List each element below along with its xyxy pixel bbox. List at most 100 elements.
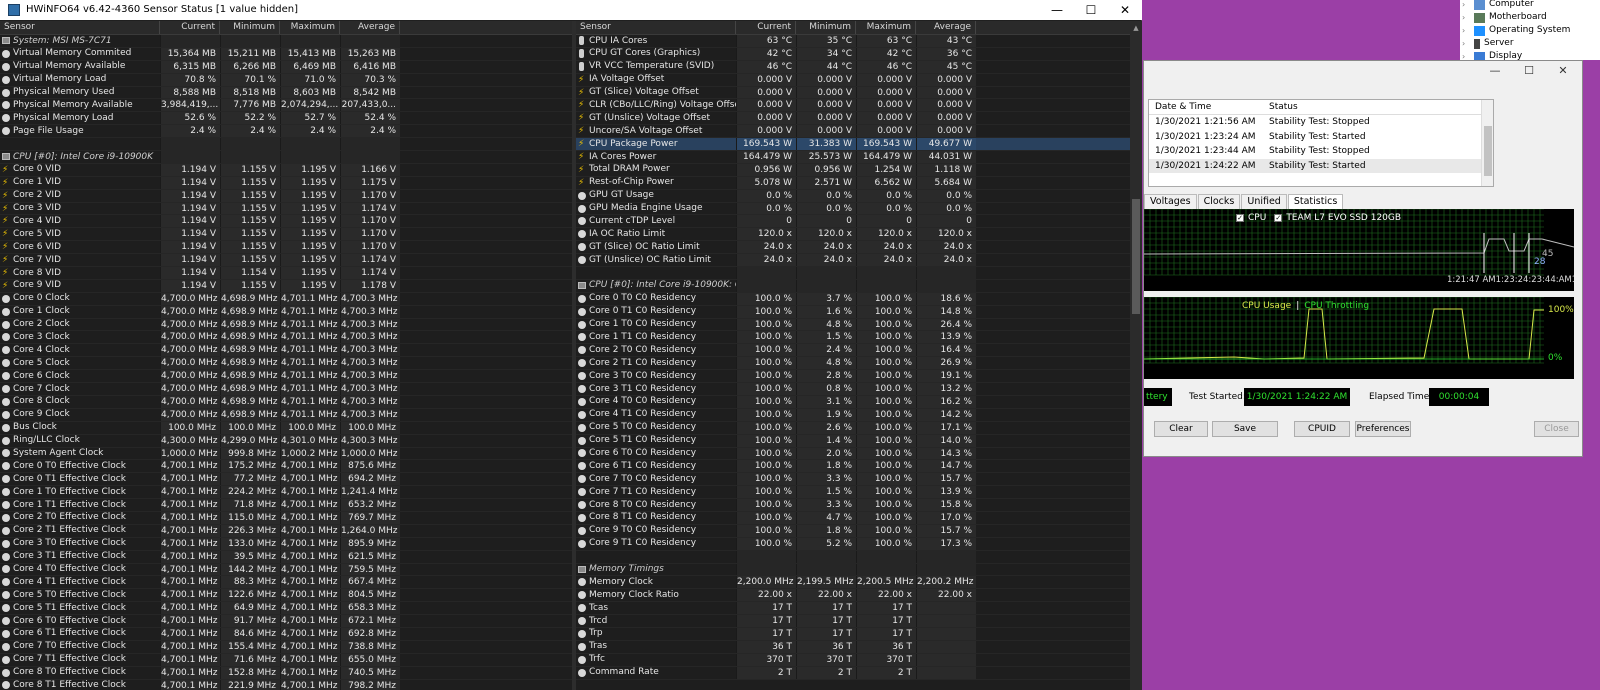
sensor-row[interactable]: Core 6 T1 C0 Residency 100.0 % 1.8 % 100.0 … bbox=[576, 460, 1130, 474]
sensor-section-header[interactable]: CPU [#0]: Intel Core i9-10900K bbox=[0, 151, 572, 164]
sensor-row[interactable]: ⚡ Core 0 VID 1.194 V 1.155 V 1.195 V 1.166 V bbox=[0, 163, 572, 177]
sensor-row[interactable]: Core 7 T0 Effective Clock 4,700.1 MHz 155.… bbox=[0, 640, 572, 654]
col-average[interactable]: Average bbox=[340, 21, 400, 34]
log-row[interactable]: 1/30/2021 1:23:44 AM Stability Test: Sto… bbox=[1149, 144, 1493, 159]
sensor-row[interactable]: Core 5 T0 Effective Clock 4,700.1 MHz 122.… bbox=[0, 589, 572, 603]
ssd-checkbox[interactable]: ✓ bbox=[1274, 214, 1283, 222]
maximize-button[interactable]: ☐ bbox=[1512, 61, 1546, 81]
minimize-button[interactable]: — bbox=[1478, 61, 1512, 81]
vertical-scrollbar[interactable]: ▲ bbox=[1130, 21, 1142, 690]
sensor-row[interactable]: ⚡ Core 5 VID 1.194 V 1.155 V 1.195 V 1.170 V bbox=[0, 228, 572, 242]
sensor-row[interactable]: ⚡ Total DRAM Power 0.956 W 0.956 W 1.254 W 1.… bbox=[576, 163, 1130, 177]
tree-item-operating-system[interactable]: › Operating System bbox=[1462, 24, 1570, 37]
sensor-row[interactable]: Core 5 Clock 4,700.0 MHz 4,698.9 MHz 4,701.… bbox=[0, 357, 572, 371]
sensor-row[interactable]: Core 8 T0 Effective Clock 4,700.1 MHz 152.… bbox=[0, 666, 572, 680]
sensor-row[interactable]: Virtual Memory Available 6,315 MB 6,266 MB… bbox=[0, 60, 572, 74]
sensor-row[interactable]: VR VCC Temperature (SVID) 46 °C 44 °C 46 °C… bbox=[576, 60, 1130, 74]
log-header-date[interactable]: Date & Time bbox=[1149, 100, 1263, 114]
sensor-row[interactable]: ⚡ Rest-of-Chip Power 5.078 W 2.571 W 6.562 W… bbox=[576, 176, 1130, 190]
scroll-up-icon[interactable]: ▲ bbox=[1132, 24, 1140, 32]
sensor-row[interactable]: Command Rate 2 T2 T2 T bbox=[576, 666, 1130, 680]
col-minimum[interactable]: Minimum bbox=[220, 21, 280, 34]
sensor-row[interactable]: Core 7 T0 C0 Residency 100.0 % 3.3 % 100.0 … bbox=[576, 473, 1130, 487]
log-header-status[interactable]: Status bbox=[1263, 100, 1298, 114]
sensor-row[interactable]: Trfc 370 T 370 T 370 T bbox=[576, 653, 1130, 667]
sensor-row[interactable]: Virtual Memory Load 70.8 % 70.1 % 71.0 % 70.… bbox=[0, 73, 572, 87]
sensor-row[interactable]: Page File Usage 2.4 % 2.4 % 2.4 % 2.4 % bbox=[0, 125, 572, 139]
sensor-row[interactable]: ⚡ IA Voltage Offset 0.000 V 0.000 V 0.000 V0… bbox=[576, 73, 1130, 87]
log-scrollbar[interactable] bbox=[1481, 100, 1493, 186]
close-window-button[interactable]: ✕ bbox=[1546, 61, 1580, 81]
chevron-right-icon[interactable]: › bbox=[1462, 0, 1474, 11]
sensor-row[interactable]: Core 2 T0 C0 Residency 100.0 % 2.4 % 100.0 … bbox=[576, 344, 1130, 358]
sensor-row[interactable]: CPU IA Cores 63 °C 35 °C 63 °C 43 °C bbox=[576, 35, 1130, 48]
sensor-pane-right[interactable]: Sensor Current Minimum Maximum Average C… bbox=[576, 21, 1130, 690]
sensor-row[interactable]: Trcd 17 T 17 T 17 T bbox=[576, 615, 1130, 628]
sensor-row[interactable]: Core 6 T0 Effective Clock 4,700.1 MHz 91.7… bbox=[0, 615, 572, 628]
sensor-row[interactable]: ⚡ Core 3 VID 1.194 V 1.155 V 1.195 V 1.174 V bbox=[0, 202, 572, 216]
sensor-row[interactable]: Core 2 T1 C0 Residency 100.0 % 4.8 % 100.0 … bbox=[576, 357, 1130, 371]
tab-clocks[interactable]: Clocks bbox=[1197, 194, 1241, 210]
sensor-row[interactable]: Tras 36 T 36 T 36 T bbox=[576, 640, 1130, 654]
sensor-row[interactable]: ⚡ Core 2 VID 1.194 V 1.155 V 1.195 V 1.170 V bbox=[0, 189, 572, 203]
sensor-row[interactable]: Core 0 T1 C0 Residency 100.0 % 1.6 % 100.0 … bbox=[576, 305, 1130, 319]
sensor-row[interactable]: Core 9 T0 C0 Residency 100.0 % 1.8 % 100.0 … bbox=[576, 524, 1130, 538]
col-current[interactable]: Current bbox=[736, 21, 796, 34]
save-button[interactable]: Save bbox=[1212, 421, 1278, 437]
sensor-row[interactable]: Core 1 T1 C0 Residency 100.0 % 1.5 % 100.0 … bbox=[576, 331, 1130, 345]
sensor-section-header[interactable]: CPU [#0]: Intel Core i9-10900K: C-S... bbox=[576, 279, 1130, 293]
col-maximum[interactable]: Maximum bbox=[856, 21, 916, 34]
clear-button[interactable]: Clear bbox=[1154, 421, 1208, 437]
sensor-row[interactable]: Core 2 T0 Effective Clock 4,700.1 MHz 115.… bbox=[0, 511, 572, 525]
sensor-row[interactable]: IA OC Ratio Limit 120.0 x 120.0 x 120.0 x 12… bbox=[576, 228, 1130, 242]
sensor-row[interactable]: Core 1 T1 Effective Clock 4,700.1 MHz 71.8… bbox=[0, 499, 572, 512]
sensor-row[interactable]: Core 3 T0 C0 Residency 100.0 % 2.8 % 100.0 … bbox=[576, 370, 1130, 384]
sensor-row[interactable]: ⚡ Core 6 VID 1.194 V 1.155 V 1.195 V 1.170 V bbox=[0, 241, 572, 255]
chevron-right-icon[interactable]: › bbox=[1462, 24, 1474, 37]
sensor-row[interactable]: Core 4 T0 Effective Clock 4,700.1 MHz 144.… bbox=[0, 563, 572, 577]
sensor-row[interactable]: Physical Memory Used 8,588 MB 8,518 MB 8,60… bbox=[0, 86, 572, 100]
sensor-row[interactable]: ⚡ GT (Unslice) Voltage Offset 0.000 V 0.000… bbox=[576, 112, 1130, 126]
tree-item-computer[interactable]: › Computer bbox=[1462, 0, 1534, 11]
sensor-section-header[interactable]: Memory Timings bbox=[576, 563, 1130, 577]
sensor-row[interactable]: ⚡ Core 4 VID 1.194 V 1.155 V 1.195 V 1.170 V bbox=[0, 215, 572, 229]
close-button[interactable]: Close bbox=[1534, 421, 1579, 437]
sensor-row[interactable]: Core 1 T0 C0 Residency 100.0 % 4.8 % 100.0 … bbox=[576, 318, 1130, 332]
sensor-row[interactable]: Core 8 T1 Effective Clock 4,700.1 MHz 221.… bbox=[0, 679, 572, 690]
sensor-row[interactable]: Core 9 Clock 4,700.0 MHz 4,698.9 MHz 4,701.… bbox=[0, 408, 572, 422]
sensor-row[interactable]: Physical Memory Load 52.6 % 52.2 % 52.7 % 52… bbox=[0, 112, 572, 126]
sensor-row[interactable]: Core 0 Clock 4,700.0 MHz 4,698.9 MHz 4,701.… bbox=[0, 292, 572, 306]
sensor-row[interactable]: Current cTDP Level 0 0 0 0 bbox=[576, 215, 1130, 229]
sensor-row[interactable]: CPU GT Cores (Graphics) 42 °C 34 °C 42 °C 36… bbox=[576, 47, 1130, 61]
sensor-row[interactable]: Core 4 Clock 4,700.0 MHz 4,698.9 MHz 4,701.… bbox=[0, 344, 572, 358]
sensor-row[interactable]: ⚡ Core 1 VID 1.194 V 1.155 V 1.195 V 1.175 V bbox=[0, 176, 572, 190]
sensor-row[interactable]: Physical Memory Available 3,984,419,... 7,… bbox=[0, 99, 572, 113]
sensor-row[interactable]: Core 4 T1 C0 Residency 100.0 % 1.9 % 100.0 … bbox=[576, 408, 1130, 422]
test-log-table[interactable]: Date & Time Status 1/30/2021 1:21:56 AM … bbox=[1148, 99, 1494, 187]
sensor-row[interactable]: Core 1 Clock 4,700.0 MHz 4,698.9 MHz 4,701.… bbox=[0, 305, 572, 319]
preferences-button[interactable]: Preferences bbox=[1355, 421, 1411, 437]
sensor-row[interactable]: Core 5 T1 Effective Clock 4,700.1 MHz 64.9… bbox=[0, 602, 572, 616]
sensor-row[interactable]: Core 4 T1 Effective Clock 4,700.1 MHz 88.3… bbox=[0, 576, 572, 590]
sensor-row[interactable]: Core 3 T1 Effective Clock 4,700.1 MHz 39.5… bbox=[0, 550, 572, 564]
sensor-row[interactable]: Core 3 Clock 4,700.0 MHz 4,698.9 MHz 4,701.… bbox=[0, 331, 572, 345]
tree-item-motherboard[interactable]: › Motherboard bbox=[1462, 11, 1547, 24]
sensor-row[interactable]: ⚡ Uncore/SA Voltage Offset 0.000 V 0.000 V0… bbox=[576, 125, 1130, 139]
sensor-row[interactable]: Core 6 T0 C0 Residency 100.0 % 2.0 % 100.0 … bbox=[576, 447, 1130, 461]
sensor-row[interactable]: ⚡ CLR (CBo/LLC/Ring) Voltage Offset 0.000 … bbox=[576, 99, 1130, 113]
tab-voltages[interactable]: Voltages bbox=[1144, 194, 1197, 210]
sensor-row[interactable]: Core 2 T1 Effective Clock 4,700.1 MHz 226.… bbox=[0, 524, 572, 538]
sensor-row[interactable]: Core 1 T0 Effective Clock 4,700.1 MHz 224.… bbox=[0, 486, 572, 500]
sensor-row[interactable]: Core 7 Clock 4,700.0 MHz 4,698.9 MHz 4,701.… bbox=[0, 383, 572, 396]
sensor-row[interactable]: Core 8 T1 C0 Residency 100.0 % 4.7 % 100.0 … bbox=[576, 511, 1130, 525]
scrollbar-thumb[interactable] bbox=[1132, 199, 1140, 314]
sensor-row[interactable]: ⚡ Core 7 VID 1.194 V 1.155 V 1.195 V 1.174 V bbox=[0, 254, 572, 268]
chevron-right-icon[interactable]: › bbox=[1462, 37, 1474, 50]
sensor-row[interactable]: Core 9 T1 C0 Residency 100.0 % 5.2 % 100.0 … bbox=[576, 537, 1130, 551]
sensor-row[interactable]: Core 3 T1 C0 Residency 100.0 % 0.8 % 100.0 … bbox=[576, 383, 1130, 396]
sensor-row[interactable]: Core 3 T0 Effective Clock 4,700.1 MHz 133.… bbox=[0, 537, 572, 551]
sensor-row[interactable]: Core 7 T1 Effective Clock 4,700.1 MHz 71.6… bbox=[0, 653, 572, 667]
sensor-row[interactable]: Core 8 T0 C0 Residency 100.0 % 3.3 % 100.0 … bbox=[576, 499, 1130, 512]
sensor-pane-left[interactable]: Sensor Current Minimum Maximum Average S… bbox=[0, 21, 572, 690]
sensor-row[interactable]: Core 4 T0 C0 Residency 100.0 % 3.1 % 100.0 … bbox=[576, 395, 1130, 409]
